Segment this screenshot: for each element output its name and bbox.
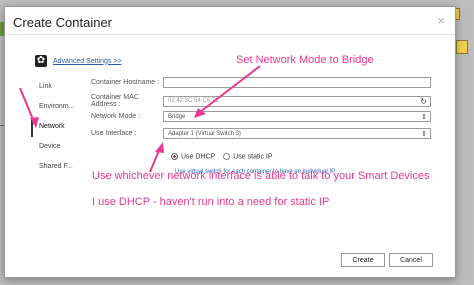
annotation-arrow-network-mode [199, 65, 261, 113]
annotation-network-mode: Set Network Mode to Bridge [236, 54, 374, 66]
annotation-interface: Use whichever network interface is able … [92, 170, 430, 182]
annotation-arrowhead [30, 117, 39, 128]
annotation-arrowhead [155, 142, 164, 153]
annotation-arrow-network-tab [19, 87, 35, 123]
annotation-arrows [19, 65, 261, 173]
annotation-dhcp: I use DHCP - haven't run into a need for… [92, 196, 330, 208]
